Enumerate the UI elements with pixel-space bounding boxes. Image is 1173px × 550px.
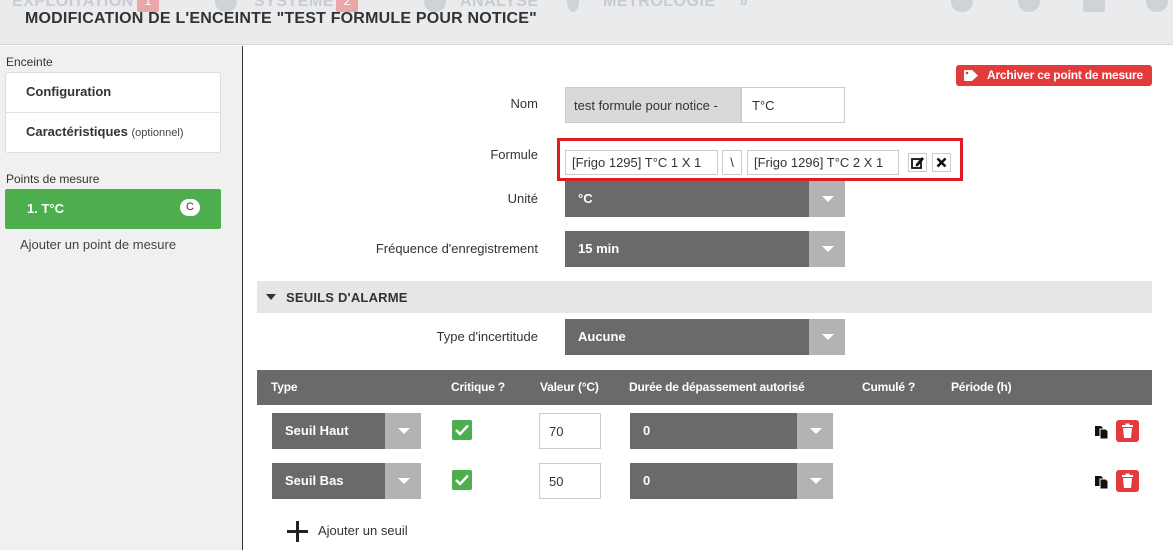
chevron-down-icon <box>797 413 833 449</box>
user-icon[interactable] <box>1018 0 1040 12</box>
incertitude-select-value: Aucune <box>578 329 626 344</box>
trash-icon <box>1122 473 1133 488</box>
nom-label: Nom <box>510 96 538 111</box>
seuils-table-header: Type Critique ? Valeur (°C) Durée de dép… <box>257 370 1152 405</box>
nav-ghost-metrologie[interactable]: MÉTROLOGIE <box>603 0 716 11</box>
power-icon[interactable] <box>1146 0 1168 12</box>
duree-select[interactable]: 0 <box>630 413 833 449</box>
delete-seuil-button[interactable] <box>1116 470 1139 492</box>
sidebar-item-note: (optionnel) <box>131 127 184 139</box>
formula-operator[interactable]: \ <box>722 150 742 175</box>
formula-operand-2[interactable]: [Frigo 1296] T°C 2 X 1 <box>747 150 899 175</box>
nom-input[interactable]: T°C <box>741 87 845 123</box>
chevron-down-icon <box>809 319 845 355</box>
add-seuil-label: Ajouter un seuil <box>318 523 408 538</box>
copy-icon[interactable] <box>1094 474 1110 490</box>
formula-operand-1[interactable]: [Frigo 1295] T°C 1 X 1 <box>565 150 718 175</box>
chevron-down-icon <box>385 463 421 499</box>
chevron-down-icon <box>809 181 845 217</box>
incertitude-label: Type d'incertitude <box>436 329 539 344</box>
seuil-type-select[interactable]: Seuil Bas <box>272 463 421 499</box>
unite-select-value: °C <box>578 191 593 206</box>
divider <box>6 112 220 113</box>
sidebar-section-points: Points de mesure <box>6 172 100 186</box>
archive-button-label: Archiver ce point de mesure <box>987 68 1143 82</box>
copy-icon[interactable] <box>1094 424 1110 440</box>
metrology-icon <box>567 0 579 12</box>
trash-icon <box>1122 423 1133 438</box>
more-chevrons-icon[interactable]: » <box>739 0 748 11</box>
delete-seuil-button[interactable] <box>1116 420 1139 442</box>
sidebar-item-label: Caractéristiques <box>26 124 128 139</box>
unite-select[interactable]: °C <box>565 181 845 217</box>
nom-prefix: test formule pour notice - <box>565 87 741 123</box>
duree-select[interactable]: 0 <box>630 463 833 499</box>
column-header-cumule: Cumulé ? <box>862 380 916 394</box>
top-bar: EXPLOITATION 1 SYSTÈME 2 ANALYSE MÉTROLO… <box>0 0 1173 45</box>
sidebar: Enceinte Configuration Caractéristiques … <box>0 46 243 550</box>
tag-icon <box>964 70 978 81</box>
frequence-select[interactable]: 15 min <box>565 231 845 267</box>
divider <box>0 44 1173 45</box>
caret-down-icon <box>266 294 276 300</box>
clear-formula-button[interactable] <box>932 153 951 172</box>
column-header-periode: Période (h) <box>951 380 1012 394</box>
check-icon <box>455 424 469 436</box>
edit-icon <box>911 157 924 169</box>
column-header-duree: Durée de dépassement autorisé <box>629 380 805 394</box>
chevron-down-icon <box>385 413 421 449</box>
sidebar-links-box: Configuration Caractéristiques (optionne… <box>5 72 221 153</box>
chevron-down-icon <box>809 231 845 267</box>
formula-editor: [Frigo 1295] T°C 1 X 1 \ [Frigo 1296] T°… <box>557 138 963 181</box>
critique-checkbox[interactable] <box>452 470 472 490</box>
edit-formula-button[interactable] <box>908 153 927 172</box>
close-icon <box>936 157 947 168</box>
sidebar-section-enceinte: Enceinte <box>6 55 53 69</box>
seuil-type-select[interactable]: Seuil Haut <box>272 413 421 449</box>
page-title: MODIFICATION DE L'ENCEINTE "TEST FORMULE… <box>25 10 537 27</box>
sidebar-item-label: Configuration <box>26 84 112 99</box>
column-header-type: Type <box>271 380 298 394</box>
seuils-section-header[interactable]: SEUILS D'ALARME <box>257 281 1152 313</box>
formule-label: Formule <box>490 147 538 162</box>
critique-checkbox[interactable] <box>452 420 472 440</box>
unite-label: Unité <box>507 191 538 206</box>
status-badge: C <box>180 199 200 216</box>
column-header-critique: Critique ? <box>451 380 505 394</box>
sidebar-item-point-tc[interactable]: 1. T°C C <box>5 189 221 229</box>
incertitude-select[interactable]: Aucune <box>565 319 845 355</box>
valeur-input[interactable]: 50 <box>539 463 601 499</box>
archive-measure-point-button[interactable]: Archiver ce point de mesure <box>956 65 1152 86</box>
frequence-select-value: 15 min <box>578 241 620 256</box>
sidebar-item-configuration[interactable]: Configuration <box>26 84 111 99</box>
column-header-valeur: Valeur (°C) <box>540 380 599 394</box>
skype-icon[interactable] <box>951 0 973 12</box>
chevron-down-icon <box>797 463 833 499</box>
frequence-label: Fréquence d'enregistrement <box>375 241 538 256</box>
mail-icon[interactable] <box>1083 0 1105 12</box>
seuil-type-value: Seuil Bas <box>285 473 344 488</box>
seuil-type-value: Seuil Haut <box>285 423 349 438</box>
add-measure-point-link[interactable]: Ajouter un point de mesure <box>20 237 176 252</box>
plus-icon <box>287 521 308 542</box>
duree-select-value: 0 <box>643 423 651 438</box>
sidebar-item-caracteristiques[interactable]: Caractéristiques (optionnel) <box>26 124 184 139</box>
duree-select-value: 0 <box>643 473 651 488</box>
check-icon <box>455 474 469 486</box>
seuils-section-title: SEUILS D'ALARME <box>286 290 408 305</box>
valeur-input[interactable]: 70 <box>539 413 601 449</box>
sidebar-item-label: 1. T°C <box>27 201 64 216</box>
